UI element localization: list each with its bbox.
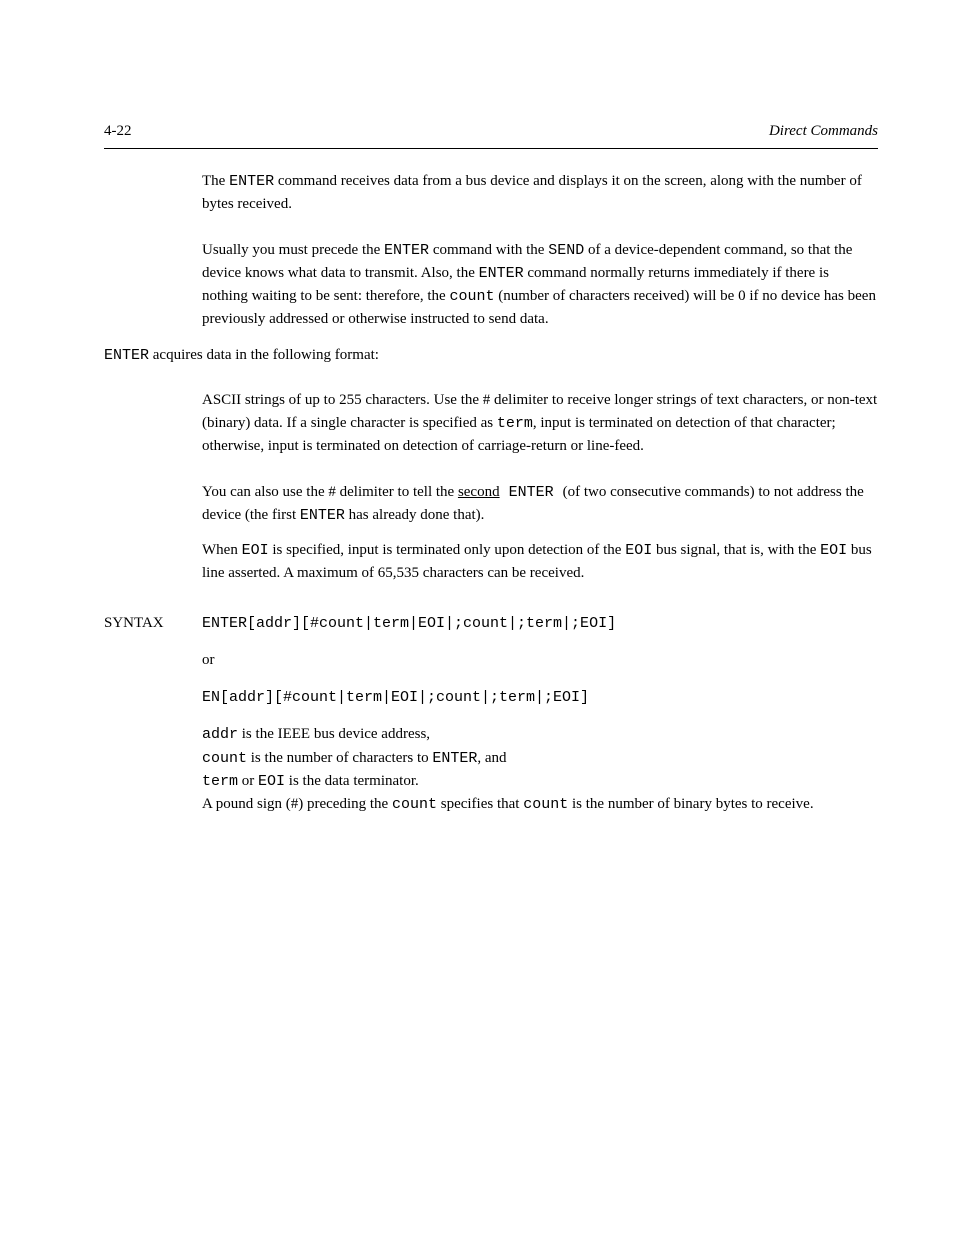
para-3: ENTER acquires data in the following for… [104,344,878,367]
code-enter: ENTER [479,265,524,282]
text: is the number of binary bytes to receive… [568,796,813,812]
def-key: term [202,773,238,790]
syntax-label: SYNTAX [104,612,202,817]
code-enter: ENTER [384,242,429,259]
page: 4-22 Direct Commands The ENTER command r… [0,0,954,1235]
code-enter: ENTER [500,484,563,501]
page-number: 4-22 [104,120,132,143]
code-eoi: EOI [242,542,269,559]
def-key: addr [202,726,238,743]
def-addr: addr is the IEEE bus device address, [202,723,878,746]
text: acquires data in the following format: [149,347,379,363]
text: command receives data from a bus device … [202,173,862,212]
code-term: term [497,415,533,432]
para-4: ASCII strings of up to 255 characters. U… [202,389,878,459]
code-count: count [523,796,568,813]
code-enter: ENTER [229,173,274,190]
text: When [202,542,242,558]
underline-second: second [458,484,500,500]
code-count: count [449,288,494,305]
def-term: term or EOI is the data terminator. [202,770,878,793]
text: You can also use the # delimiter to tell… [202,484,458,500]
text: A pound sign (#) preceding the [202,796,392,812]
para-7: A pound sign (#) preceding the count spe… [202,793,878,816]
def-count: count is the number of characters to ENT… [202,747,878,770]
syntax-line-1: ENTER[addr][#count|term|EOI|;count|;term… [202,612,878,635]
content: The ENTER command receives data from a b… [104,170,878,816]
def-val: is the data terminator. [285,773,419,789]
def-val: is the IEEE bus device address, [238,726,430,742]
text: Usually you must precede the [202,242,384,258]
syntax-line-2: EN[addr][#count|term|EOI|;count|;term|;E… [202,686,878,709]
def-val: is the number of characters to [247,750,432,766]
syntax-defs: addr is the IEEE bus device address, cou… [202,723,878,793]
text: command with the [429,242,548,258]
divider-rule [104,148,878,149]
syntax-or: or [202,649,878,672]
text: or [238,773,258,789]
text: The [202,173,229,189]
text: is specified, input is terminated only u… [269,542,626,558]
para-1: The ENTER command receives data from a b… [202,170,878,217]
code-count: count [392,796,437,813]
page-header: Direct Commands [769,120,878,143]
code-enter: ENTER [432,750,477,767]
para-2: Usually you must precede the ENTER comma… [202,239,878,332]
text: specifies that [437,796,523,812]
code-eoi: EOI [820,542,847,559]
def-key: count [202,750,247,767]
code-enter: ENTER [300,507,345,524]
def-key: EOI [258,773,285,790]
syntax-body: ENTER[addr][#count|term|EOI|;count|;term… [202,612,878,817]
syntax-block: SYNTAX ENTER[addr][#count|term|EOI|;coun… [104,612,878,817]
code-send: SEND [548,242,584,259]
def-val: , and [477,750,506,766]
para-5: You can also use the # delimiter to tell… [202,481,878,528]
para-6: When EOI is specified, input is terminat… [202,539,878,586]
code-enter: ENTER [104,347,149,364]
code-eoi: EOI [625,542,652,559]
text: bus signal, that is, with the [652,542,820,558]
text: has already done that). [345,507,485,523]
